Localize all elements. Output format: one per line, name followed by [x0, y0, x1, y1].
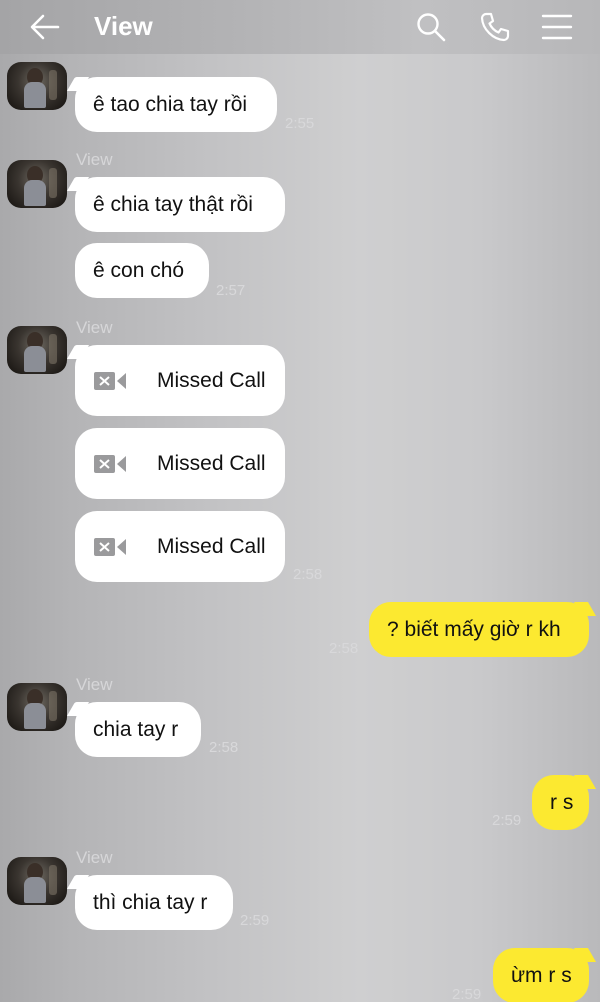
- incoming-message[interactable]: thì chia tay r: [75, 875, 233, 930]
- message-timestamp: 2:55: [285, 115, 315, 132]
- message-text: chia tay r: [93, 717, 179, 741]
- sender-name: View: [76, 318, 113, 337]
- phone-icon[interactable]: [478, 10, 512, 44]
- message-timestamp: 2:57: [216, 282, 246, 299]
- back-arrow-icon[interactable]: [28, 12, 62, 42]
- message-text: ê con chó: [93, 258, 185, 282]
- contact-avatar[interactable]: [7, 160, 67, 208]
- chat-header: View: [0, 0, 600, 54]
- missed-call-card[interactable]: Missed Call: [75, 511, 285, 582]
- missed-call-label: Missed Call: [157, 451, 266, 475]
- message-text: thì chia tay r: [93, 890, 208, 914]
- message-timestamp: 2:59: [492, 812, 522, 829]
- outgoing-message[interactable]: r s: [532, 775, 589, 830]
- missed-call-card[interactable]: Missed Call: [75, 428, 285, 499]
- outgoing-message[interactable]: ừm r s: [493, 948, 589, 1002]
- missed-call-label: Missed Call: [157, 534, 266, 558]
- missed-video-call-icon: [94, 537, 126, 556]
- missed-video-call-icon: [94, 371, 126, 390]
- incoming-message[interactable]: chia tay r: [75, 702, 201, 757]
- chat-title[interactable]: View: [94, 11, 153, 42]
- message-timestamp: 2:59: [240, 912, 270, 929]
- incoming-message[interactable]: ê con chó: [75, 243, 209, 298]
- sender-name: View: [76, 150, 113, 169]
- sender-name: View: [76, 675, 113, 694]
- incoming-message[interactable]: ê chia tay thật rồi: [75, 177, 285, 232]
- message-timestamp: 2:59: [452, 986, 482, 1002]
- contact-avatar[interactable]: [7, 326, 67, 374]
- missed-call-card[interactable]: Missed Call: [75, 345, 285, 416]
- message-timestamp: 2:58: [209, 739, 239, 756]
- contact-avatar[interactable]: [7, 683, 67, 731]
- message-text: ê tao chia tay rồi: [93, 92, 248, 116]
- incoming-message[interactable]: ê tao chia tay rồi: [75, 77, 277, 132]
- contact-avatar[interactable]: [7, 62, 67, 110]
- message-text: ê chia tay thật rồi: [93, 192, 253, 216]
- message-text: r s: [550, 790, 574, 814]
- message-text: ? biết mấy giờ r kh: [387, 617, 561, 641]
- outgoing-message[interactable]: ? biết mấy giờ r kh: [369, 602, 589, 657]
- menu-icon[interactable]: [540, 10, 574, 44]
- message-timestamp: 2:58: [293, 566, 323, 583]
- contact-avatar[interactable]: [7, 857, 67, 905]
- sender-name: View: [76, 848, 113, 867]
- search-icon[interactable]: [414, 10, 448, 44]
- missed-video-call-icon: [94, 454, 126, 473]
- message-text: ừm r s: [511, 963, 572, 987]
- message-timestamp: 2:58: [329, 640, 359, 657]
- missed-call-label: Missed Call: [157, 368, 266, 392]
